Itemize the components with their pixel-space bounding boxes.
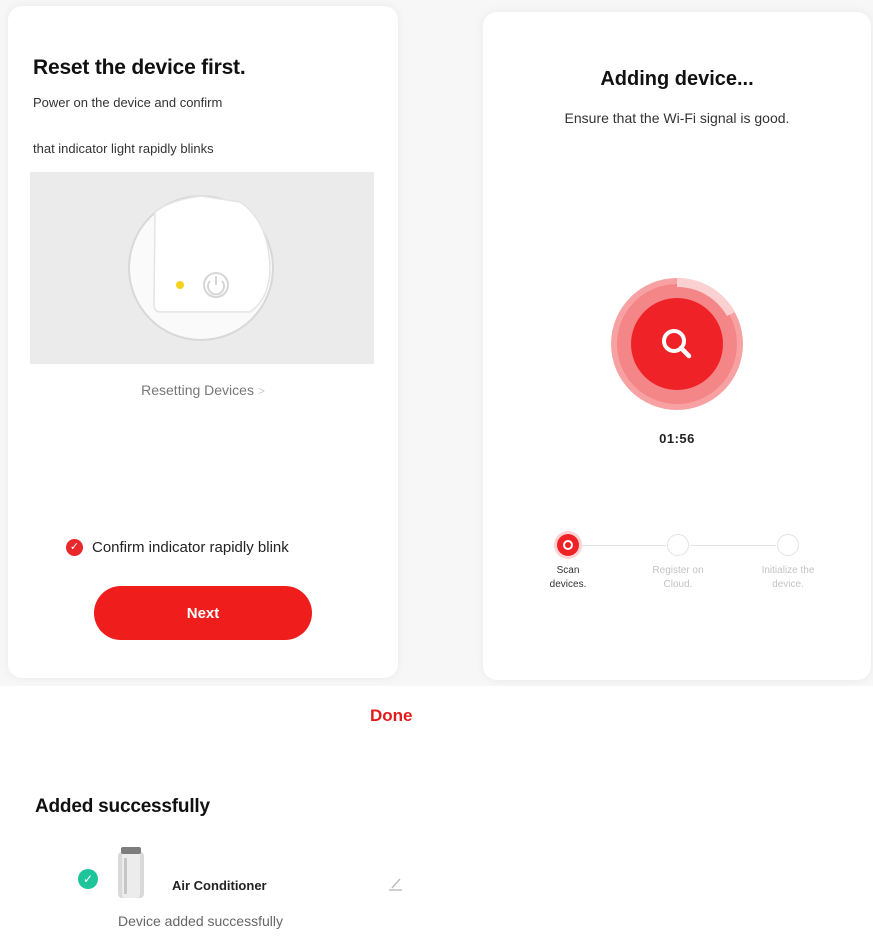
added-success-panel: Done Added successfully ✓ Air Conditione… <box>0 686 873 940</box>
adding-device-panel: Adding device... Ensure that the Wi-Fi s… <box>483 12 871 680</box>
resetting-devices-label: Resetting Devices <box>141 382 254 398</box>
air-conditioner-icon <box>118 847 144 898</box>
step-active-icon <box>557 534 579 556</box>
reset-instruction-line1: Power on the device and confirm <box>33 95 223 110</box>
reset-instruction-line2: that indicator light rapidly blinks <box>33 141 214 156</box>
adding-title: Adding device... <box>600 68 754 90</box>
check-circle-icon: ✓ <box>66 539 83 556</box>
device-illustration <box>30 172 374 364</box>
green-check-icon: ✓ <box>78 869 98 889</box>
scan-timer: 01:56 <box>659 431 695 446</box>
step-initialize-device: Initialize the device. <box>743 534 833 592</box>
chevron-right-icon: > <box>257 384 265 398</box>
device-name: Air Conditioner <box>172 878 267 893</box>
scan-progress-ring <box>611 277 743 410</box>
confirm-blink-checkbox[interactable]: ✓ Confirm indicator rapidly blink <box>66 539 289 556</box>
edit-pencil-icon[interactable] <box>386 876 406 892</box>
step-register-cloud: Register on Cloud. <box>633 534 723 592</box>
next-button[interactable]: Next <box>94 586 312 640</box>
done-button[interactable]: Done <box>370 706 413 726</box>
device-status: Device added successfully <box>118 913 283 929</box>
step-label-line1: Register on <box>652 565 704 576</box>
reset-device-panel: Reset the device first. Power on the dev… <box>8 6 398 678</box>
step-pending-icon <box>667 534 689 556</box>
step-label-line2: Cloud. <box>663 579 693 590</box>
step-label-line2: device. <box>772 579 804 590</box>
resetting-devices-link[interactable]: Resetting Devices > <box>8 382 398 398</box>
adding-subtitle: Ensure that the Wi-Fi signal is good. <box>564 110 790 126</box>
step-label-line2: devices. <box>549 579 587 590</box>
step-label-line1: Initialize the <box>761 565 815 576</box>
step-pending-icon <box>777 534 799 556</box>
confirm-blink-label: Confirm indicator rapidly blink <box>92 539 289 556</box>
indicator-dot <box>176 281 184 289</box>
step-label-line1: Scan <box>556 565 580 576</box>
step-scan-devices: Scan devices. <box>523 534 613 592</box>
added-title: Added successfully <box>35 796 210 817</box>
progress-steps: Scan devices. Register on Cloud. Initial… <box>523 534 843 614</box>
power-icon <box>203 272 229 298</box>
reset-title: Reset the device first. <box>33 56 246 79</box>
